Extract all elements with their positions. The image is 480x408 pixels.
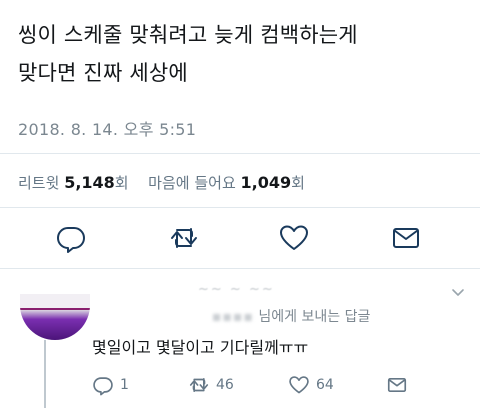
likes-label: 마음에 들어요: [148, 174, 236, 192]
reply-tweet[interactable]: ~~ ~ ~~ ▪▪▪▪ 님에게 보내는 답글 몇일이고 몇달이고 기다릴께ㅠㅠ…: [0, 278, 480, 408]
tweet-stats: 리트윗 5,148회 마음에 들어요 1,049회: [18, 172, 305, 193]
reply-text: 몇일이고 몇달이고 기다릴께ㅠㅠ: [92, 338, 309, 357]
reply-retweet-count: 46: [216, 377, 234, 393]
like-icon[interactable]: [278, 222, 310, 254]
likes-unit: 회: [291, 174, 305, 192]
chevron-down-icon[interactable]: [450, 284, 466, 300]
likes-count[interactable]: 1,049: [241, 173, 292, 192]
divider: [0, 268, 480, 269]
tweet-text-line-1: 씽이 스케줄 맞춰려고 늦게 컴백하는게: [18, 23, 358, 47]
reply-message-action[interactable]: [386, 374, 408, 396]
reply-icon[interactable]: [55, 222, 87, 254]
retweets-unit: 회: [114, 174, 129, 192]
reply-actions: 1 46 64: [0, 374, 480, 400]
tweet-actions: [0, 222, 480, 256]
message-icon: [387, 377, 407, 393]
tweet-text: 씽이 스케줄 맞춰려고 늦게 컴백하는게 맞다면 진짜 세상에: [18, 16, 468, 92]
avatar[interactable]: [20, 294, 90, 340]
tweet-timestamp[interactable]: 2018. 8. 14. 오후 5:51: [18, 116, 196, 140]
retweets-count[interactable]: 5,148: [64, 173, 115, 192]
reply-author-obscured: ~~ ~ ~~: [198, 282, 275, 297]
like-icon: [289, 376, 309, 394]
reply-reply-action[interactable]: 1: [92, 374, 129, 396]
reply-icon: [93, 377, 113, 396]
reply-retweet-action[interactable]: 46: [188, 374, 234, 396]
replying-to-label: 님에게 보내는 답글: [258, 309, 371, 325]
retweets-label: 리트윗: [18, 174, 60, 192]
tweet-text-line-2: 맞다면 진짜 세상에: [18, 61, 188, 85]
retweet-icon[interactable]: [168, 222, 200, 254]
replying-to-handle: ▪▪▪▪: [212, 309, 254, 325]
retweet-icon: [189, 377, 209, 393]
reply-like-action[interactable]: 64: [288, 374, 334, 396]
reply-like-count: 64: [316, 377, 334, 393]
reply-count: 1: [120, 377, 129, 393]
replying-to: ▪▪▪▪ 님에게 보내는 답글: [212, 306, 370, 326]
divider: [0, 153, 480, 154]
divider: [0, 207, 480, 208]
reply-author-header: ~~ ~ ~~: [198, 282, 275, 297]
message-icon[interactable]: [390, 222, 422, 254]
